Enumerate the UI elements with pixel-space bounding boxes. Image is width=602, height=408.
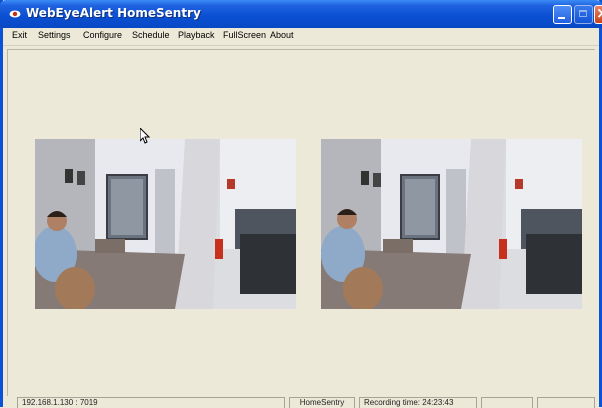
menu-bar: Exit Settings Configure Schedule Playbac… [3,28,599,46]
maximize-button[interactable] [574,5,593,24]
status-app-name: HomeSentry [289,397,355,408]
status-panel-empty-1 [481,397,533,408]
status-panel-empty-2 [537,397,595,408]
menu-playback[interactable]: Playback [178,30,215,40]
menu-fullscreen[interactable]: FullScreen [223,30,266,40]
camera-feed-2[interactable] [321,139,582,309]
app-window: WebEyeAlert HomeSentry Exit Settings Con… [0,0,602,408]
close-button[interactable] [594,4,602,24]
menu-about[interactable]: About [270,30,294,40]
app-eye-icon [9,10,21,18]
menu-settings[interactable]: Settings [38,30,71,40]
minimize-button[interactable] [553,5,572,24]
status-recording-time: Recording time: 24:23:43 [359,397,477,408]
menu-schedule[interactable]: Schedule [132,30,170,40]
mouse-cursor-icon [140,128,150,144]
title-bar[interactable]: WebEyeAlert HomeSentry [0,0,602,28]
status-bar: 192.168.1.130 : 7019 HomeSentry Recordin… [3,396,599,408]
menu-configure[interactable]: Configure [83,30,122,40]
menu-exit[interactable]: Exit [12,30,27,40]
camera-scene-icon [35,139,296,309]
camera-scene-icon [321,139,582,309]
window-title: WebEyeAlert HomeSentry [26,6,201,20]
status-address: 192.168.1.130 : 7019 [17,397,285,408]
camera-feed-1[interactable] [35,139,296,309]
